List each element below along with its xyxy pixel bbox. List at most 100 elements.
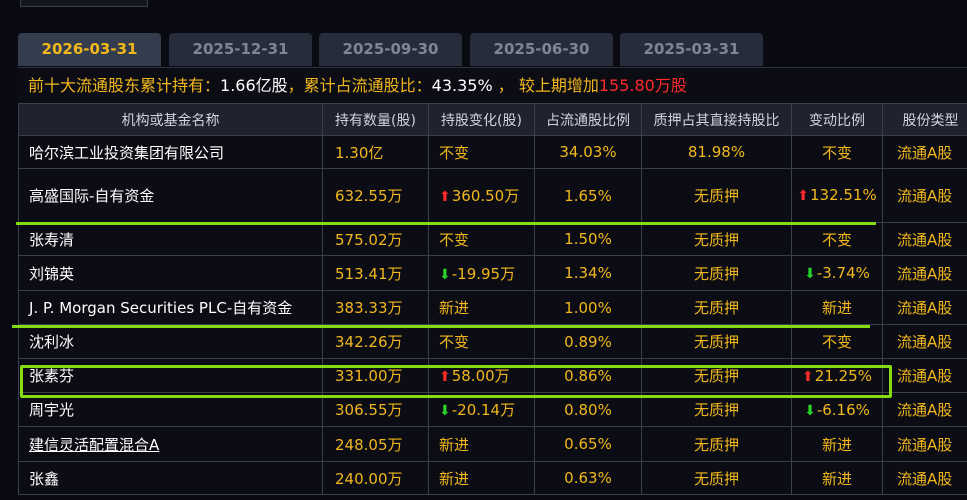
pledge-ratio: 无质押 [641, 324, 792, 359]
change-pct-text: 新进 [821, 435, 852, 454]
annotation-underline-2 [12, 325, 870, 328]
holder-name: J. P. Morgan Securities PLC-自有资金 [18, 290, 323, 325]
header-change[interactable]: 持股变化(股) [428, 103, 535, 136]
float-ratio: 1.34% [534, 255, 642, 291]
header-type[interactable]: 股份类型 [882, 103, 967, 136]
share-type-text: 流通A股 [897, 435, 953, 454]
holder-name-text: 张寿清 [29, 230, 75, 249]
share-change-text: 新进 [439, 299, 470, 317]
share-type-text: 流通A股 [897, 187, 953, 205]
shares-held: 342.26万 [322, 324, 429, 359]
tab-2025-06-30[interactable]: 2025-06-30 [470, 33, 613, 66]
share-type: 流通A股 [882, 168, 967, 223]
header-pct[interactable]: 变动比例 [791, 103, 883, 136]
table-row[interactable]: 建信灵活配置混合A 248.05万 新进 0.65% 无质押 新进 流通A股 [18, 426, 967, 462]
arrow-down-icon: ⬇ [439, 403, 451, 419]
header-ratio[interactable]: 占流通股比例 [534, 103, 642, 136]
share-change-text: 不变 [439, 143, 470, 162]
pledge-ratio-text: 无质押 [693, 469, 739, 488]
share-change: 不变 [428, 135, 535, 169]
summary-mid2: ， 较上期增加 [492, 76, 599, 95]
shares-held: 575.02万 [322, 222, 429, 256]
float-ratio-text: 0.80% [564, 400, 612, 419]
share-change-text: 不变 [439, 230, 470, 249]
shares-held: 1.30亿 [322, 135, 429, 169]
shares-held-text: 632.55万 [335, 187, 403, 205]
shareholder-table: 机构或基金名称 持有数量(股) 持股变化(股) 占流通股比例 质押占其直接持股比… [18, 103, 967, 495]
holder-name-text: 刘锦英 [29, 264, 75, 283]
shares-held: 383.33万 [322, 290, 429, 325]
share-type-text: 流通A股 [897, 367, 953, 385]
change-pct: 不变 [791, 135, 883, 169]
table-row[interactable]: J. P. Morgan Securities PLC-自有资金 383.33万 新… [18, 290, 967, 325]
arrow-up-icon: ⬆ [439, 189, 451, 205]
header-name[interactable]: 机构或基金名称 [18, 103, 323, 136]
holder-name: 张鑫 [18, 461, 323, 495]
change-pct-text: 新进 [821, 469, 852, 488]
share-type-text: 流通A股 [897, 469, 953, 488]
table-row[interactable]: 高盛国际-自有资金 632.55万 ⬆360.50万 1.65% 无质押 ⬆132.51%… [18, 168, 967, 223]
tab-2025-09-30[interactable]: 2025-09-30 [319, 33, 462, 66]
tab-2025-03-31[interactable]: 2025-03-31 [620, 33, 763, 66]
pledge-ratio-text: 无质押 [693, 299, 739, 317]
shares-held-text: 342.26万 [335, 333, 403, 351]
header-shares[interactable]: 持有数量(股) [322, 103, 429, 136]
summary-total-shares: 1.66亿股 [220, 76, 288, 95]
change-pct-text: 不变 [821, 143, 852, 162]
share-change: 不变 [428, 324, 535, 359]
change-pct: 新进 [791, 461, 883, 495]
holder-name: 沈利冰 [18, 324, 323, 359]
share-type-text: 流通A股 [897, 333, 953, 351]
header-pledge[interactable]: 质押占其直接持股比 [641, 103, 792, 136]
share-change: ⬇-19.95万 [428, 255, 535, 291]
float-ratio: 34.03% [534, 135, 642, 169]
holder-name: 张寿清 [18, 222, 323, 256]
float-ratio-text: 1.00% [564, 298, 612, 317]
share-type: 流通A股 [882, 222, 967, 256]
change-pct-text: 不变 [821, 333, 852, 351]
tab-2025-12-31[interactable]: 2025-12-31 [169, 33, 312, 66]
share-change: 新进 [428, 461, 535, 495]
float-ratio-text: 0.65% [564, 435, 612, 453]
table-row[interactable]: 哈尔滨工业投资集团有限公司 1.30亿 不变 34.03% 81.98% 不变 流通A股 [18, 135, 967, 169]
shares-held-text: 575.02万 [335, 230, 403, 249]
shares-held-text: 1.30亿 [335, 143, 384, 162]
share-change-text: -19.95万 [451, 264, 516, 283]
summary-prefix: 前十大流通股东累计持有： [28, 76, 221, 95]
arrow-down-icon: ⬇ [439, 266, 451, 283]
share-change-text: 360.50万 [451, 187, 520, 205]
change-pct-text: -3.74% [816, 264, 870, 282]
float-ratio-text: 1.65% [564, 186, 612, 205]
table-row[interactable]: 沈利冰 342.26万 不变 0.89% 无质押 不变 流通A股 [18, 324, 967, 359]
share-type: 流通A股 [882, 358, 967, 393]
shares-held-text: 306.55万 [335, 401, 403, 419]
share-type: 流通A股 [882, 392, 967, 427]
share-type: 流通A股 [882, 324, 967, 359]
share-change-text: 新进 [439, 469, 470, 488]
pledge-ratio: 无质押 [641, 461, 792, 495]
table-row[interactable]: 张鑫 240.00万 新进 0.63% 无质押 新进 流通A股 [18, 461, 967, 495]
holder-name-text: J. P. Morgan Securities PLC-自有资金 [29, 299, 293, 317]
table-header: 机构或基金名称 持有数量(股) 持股变化(股) 占流通股比例 质押占其直接持股比… [18, 103, 967, 136]
shares-held-text: 383.33万 [335, 299, 403, 317]
share-change: 新进 [428, 426, 535, 462]
change-pct: 新进 [791, 290, 883, 325]
pledge-ratio: 无质押 [641, 426, 792, 462]
change-pct: ⬇-3.74% [791, 255, 883, 291]
holder-name[interactable]: 建信灵活配置混合A [18, 426, 323, 462]
table-row[interactable]: 张寿清 575.02万 不变 1.50% 无质押 不变 流通A股 [18, 222, 967, 256]
share-type-text: 流通A股 [897, 401, 953, 419]
top-tab[interactable] [20, 0, 148, 7]
share-type-text: 流通A股 [897, 264, 953, 283]
pledge-ratio-text: 81.98% [687, 143, 746, 161]
share-change-text: -20.14万 [451, 401, 516, 419]
share-change: 不变 [428, 222, 535, 256]
shares-held: 632.55万 [322, 168, 429, 223]
float-ratio-text: 1.34% [564, 264, 612, 282]
holder-name-text: 张鑫 [29, 469, 60, 488]
tab-2026-03-31[interactable]: 2026-03-31 [18, 33, 161, 66]
share-type: 流通A股 [882, 461, 967, 495]
change-pct-text: -6.16% [816, 400, 870, 419]
table-row[interactable]: 刘锦英 513.41万 ⬇-19.95万 1.34% 无质押 ⬇-3.74% 流通A股 [18, 255, 967, 291]
share-change-text: 不变 [439, 333, 470, 351]
